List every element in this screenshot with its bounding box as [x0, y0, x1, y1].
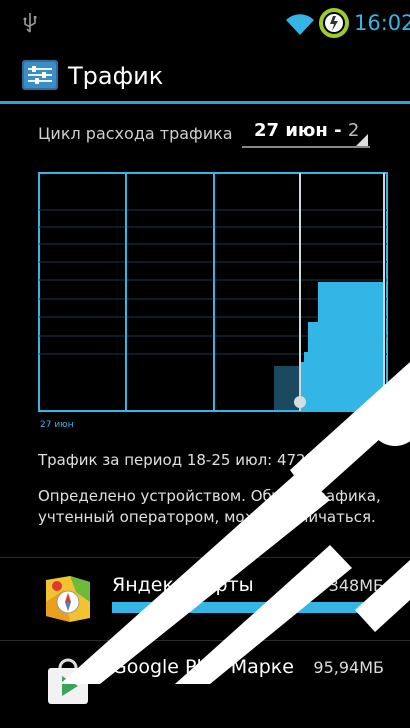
- yandex-maps-icon: [46, 576, 90, 622]
- spinner-underline: [242, 146, 370, 148]
- usage-chart[interactable]: [38, 172, 388, 412]
- usage-bar-fill: [112, 602, 384, 613]
- spinner-arrow-icon: [356, 134, 368, 146]
- period-summary: Трафик за период 18-25 июл: 472МБ: [38, 451, 329, 469]
- list-item-yandex-maps[interactable]: Яндекс.Карты 348МБ: [0, 566, 410, 646]
- wifi-icon: [286, 14, 314, 35]
- status-clock: 16:02: [354, 11, 410, 35]
- list-item-google-play[interactable]: Google Play Марке 95,94МБ: [0, 648, 410, 728]
- chart-range-handle: [294, 396, 306, 408]
- list-divider: [0, 557, 410, 558]
- status-bar: 16:02: [0, 0, 410, 42]
- chart-selected-area: [300, 282, 384, 410]
- list-divider: [0, 640, 410, 641]
- app-size: 95,94МБ: [313, 658, 384, 677]
- cycle-label: Цикл расхода трафика: [38, 124, 233, 143]
- data-usage-app-icon[interactable]: [22, 60, 58, 90]
- chart-end-label: 26 июл: [345, 420, 379, 430]
- action-bar: Трафик: [0, 44, 410, 102]
- page-title: Трафик: [68, 62, 164, 90]
- cycle-spinner[interactable]: 27 июн - 2: [242, 112, 370, 150]
- usage-note: Определено устройством. Объем трафика, у…: [38, 487, 381, 526]
- usage-bar: [112, 602, 384, 613]
- usb-icon: [23, 13, 37, 33]
- app-name: Google Play Марке: [112, 656, 294, 678]
- app-name: Яндекс.Карты: [112, 574, 254, 596]
- battery-icon: [319, 8, 349, 38]
- chart-start-label: 27 июн: [40, 420, 74, 430]
- actionbar-divider: [0, 101, 410, 104]
- app-size: 348МБ: [328, 576, 384, 595]
- cycle-value: 27 июн - 2: [254, 120, 360, 141]
- play-store-icon: [48, 658, 88, 704]
